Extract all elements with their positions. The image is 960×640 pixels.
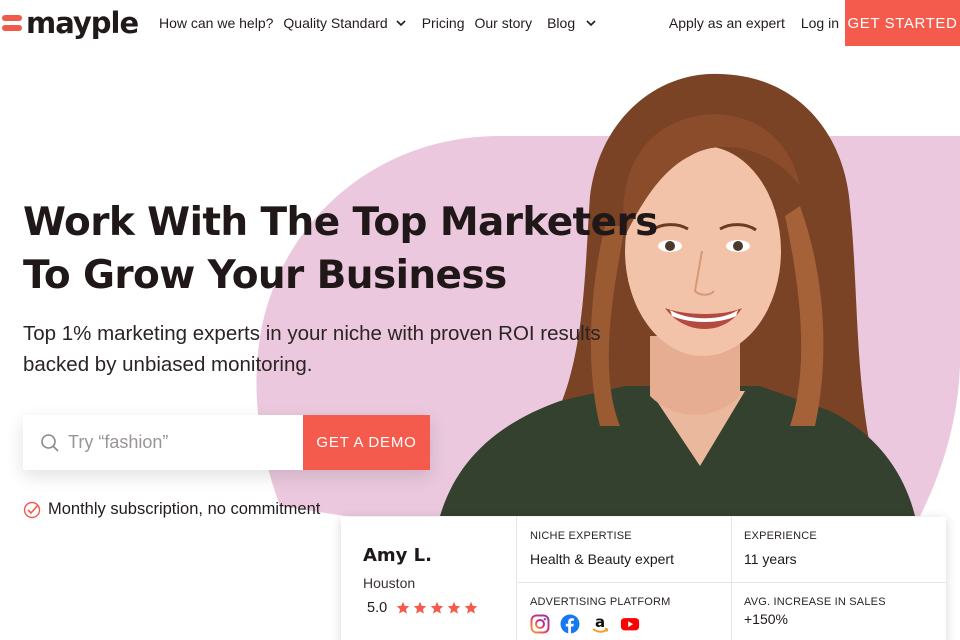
logo-mark-icon xyxy=(2,15,22,31)
instagram-icon[interactable] xyxy=(530,614,550,634)
nav-label: Blog xyxy=(547,15,576,31)
nav-label: Our story xyxy=(474,15,533,31)
nav-quality-standard[interactable]: Quality Standard xyxy=(283,15,406,31)
headline-line-1: Work With The Top Marketers xyxy=(23,200,658,245)
facebook-icon[interactable] xyxy=(560,614,580,634)
subscription-note: Monthly subscription, no commitment xyxy=(23,500,320,519)
nav-our-story[interactable]: Our story xyxy=(475,15,533,31)
experience-label: EXPERIENCE xyxy=(744,530,817,542)
chevron-down-icon xyxy=(395,17,407,29)
expert-name: Amy L. xyxy=(363,545,432,566)
sales-increase-cell: AVG. INCREASE IN SALES +150% xyxy=(732,583,946,640)
expert-profile-card: Amy L. Houston 5.0 NICHE EXPERTISE Healt… xyxy=(341,517,946,640)
niche-search-form: GET A DEMO xyxy=(23,415,430,470)
chevron-down-icon xyxy=(585,17,597,29)
subline-line-1: Top 1% marketing experts in your niche w… xyxy=(23,322,601,345)
search-input[interactable] xyxy=(68,432,268,453)
svg-text:a: a xyxy=(595,614,605,631)
subscription-note-text: Monthly subscription, no commitment xyxy=(48,500,321,518)
rating-value: 5.0 xyxy=(367,600,388,616)
main-nav: How can we help? Quality Standard Pricin… xyxy=(159,0,597,46)
advertising-platform-label: ADVERTISING PLATFORM xyxy=(530,596,671,608)
search-field[interactable] xyxy=(23,415,303,470)
hero-headline: Work With The Top Marketers To Grow Your… xyxy=(23,196,663,302)
advertising-platform-cell: ADVERTISING PLATFORM a xyxy=(518,583,732,640)
star-icon xyxy=(447,601,461,614)
niche-expertise-cell: NICHE EXPERTISE Health & Beauty expert xyxy=(518,517,732,583)
get-a-demo-button[interactable]: GET A DEMO xyxy=(303,415,430,470)
headline-line-2: To Grow Your Business xyxy=(23,253,507,298)
niche-expertise-label: NICHE EXPERTISE xyxy=(530,530,632,542)
get-started-button[interactable]: GET STARTED xyxy=(845,0,960,46)
check-circle-icon xyxy=(23,501,41,519)
login-link[interactable]: Log in xyxy=(801,15,839,31)
platform-icons: a xyxy=(530,614,640,634)
star-icon xyxy=(464,601,478,614)
apply-as-expert-link[interactable]: Apply as an expert xyxy=(669,15,785,31)
site-header: mayple How can we help? Quality Standard… xyxy=(0,0,960,46)
logo-text: mayple xyxy=(26,5,139,40)
experience-value: 11 years xyxy=(744,551,797,567)
sales-increase-value: +150% xyxy=(744,611,788,627)
mayple-logo[interactable]: mayple xyxy=(2,5,139,40)
nav-label: Pricing xyxy=(421,15,465,31)
niche-expertise-value: Health & Beauty expert xyxy=(530,551,674,567)
subline-line-2: backed by unbiased monitoring. xyxy=(23,353,313,376)
hero-subline: Top 1% marketing experts in your niche w… xyxy=(23,318,663,380)
star-icon xyxy=(430,601,444,614)
nav-pricing[interactable]: Pricing xyxy=(422,15,465,31)
nav-label: How can we help? xyxy=(159,15,274,31)
header-actions: Apply as an expert Log in GET STARTED xyxy=(669,0,960,46)
experience-cell: EXPERIENCE 11 years xyxy=(732,517,946,583)
search-icon xyxy=(40,433,60,453)
expert-rating: 5.0 xyxy=(367,600,478,616)
nav-label: Quality Standard xyxy=(283,15,388,31)
star-icon xyxy=(413,601,427,614)
expert-summary: Amy L. Houston 5.0 xyxy=(341,517,517,640)
rating-stars xyxy=(396,601,478,615)
expert-city: Houston xyxy=(363,575,416,591)
youtube-icon[interactable] xyxy=(620,614,640,634)
sales-increase-label: AVG. INCREASE IN SALES xyxy=(744,596,886,608)
nav-how-can-we-help[interactable]: How can we help? xyxy=(159,15,273,31)
star-icon xyxy=(396,601,410,614)
amazon-icon[interactable]: a xyxy=(590,614,610,634)
nav-blog[interactable]: Blog xyxy=(547,15,597,31)
